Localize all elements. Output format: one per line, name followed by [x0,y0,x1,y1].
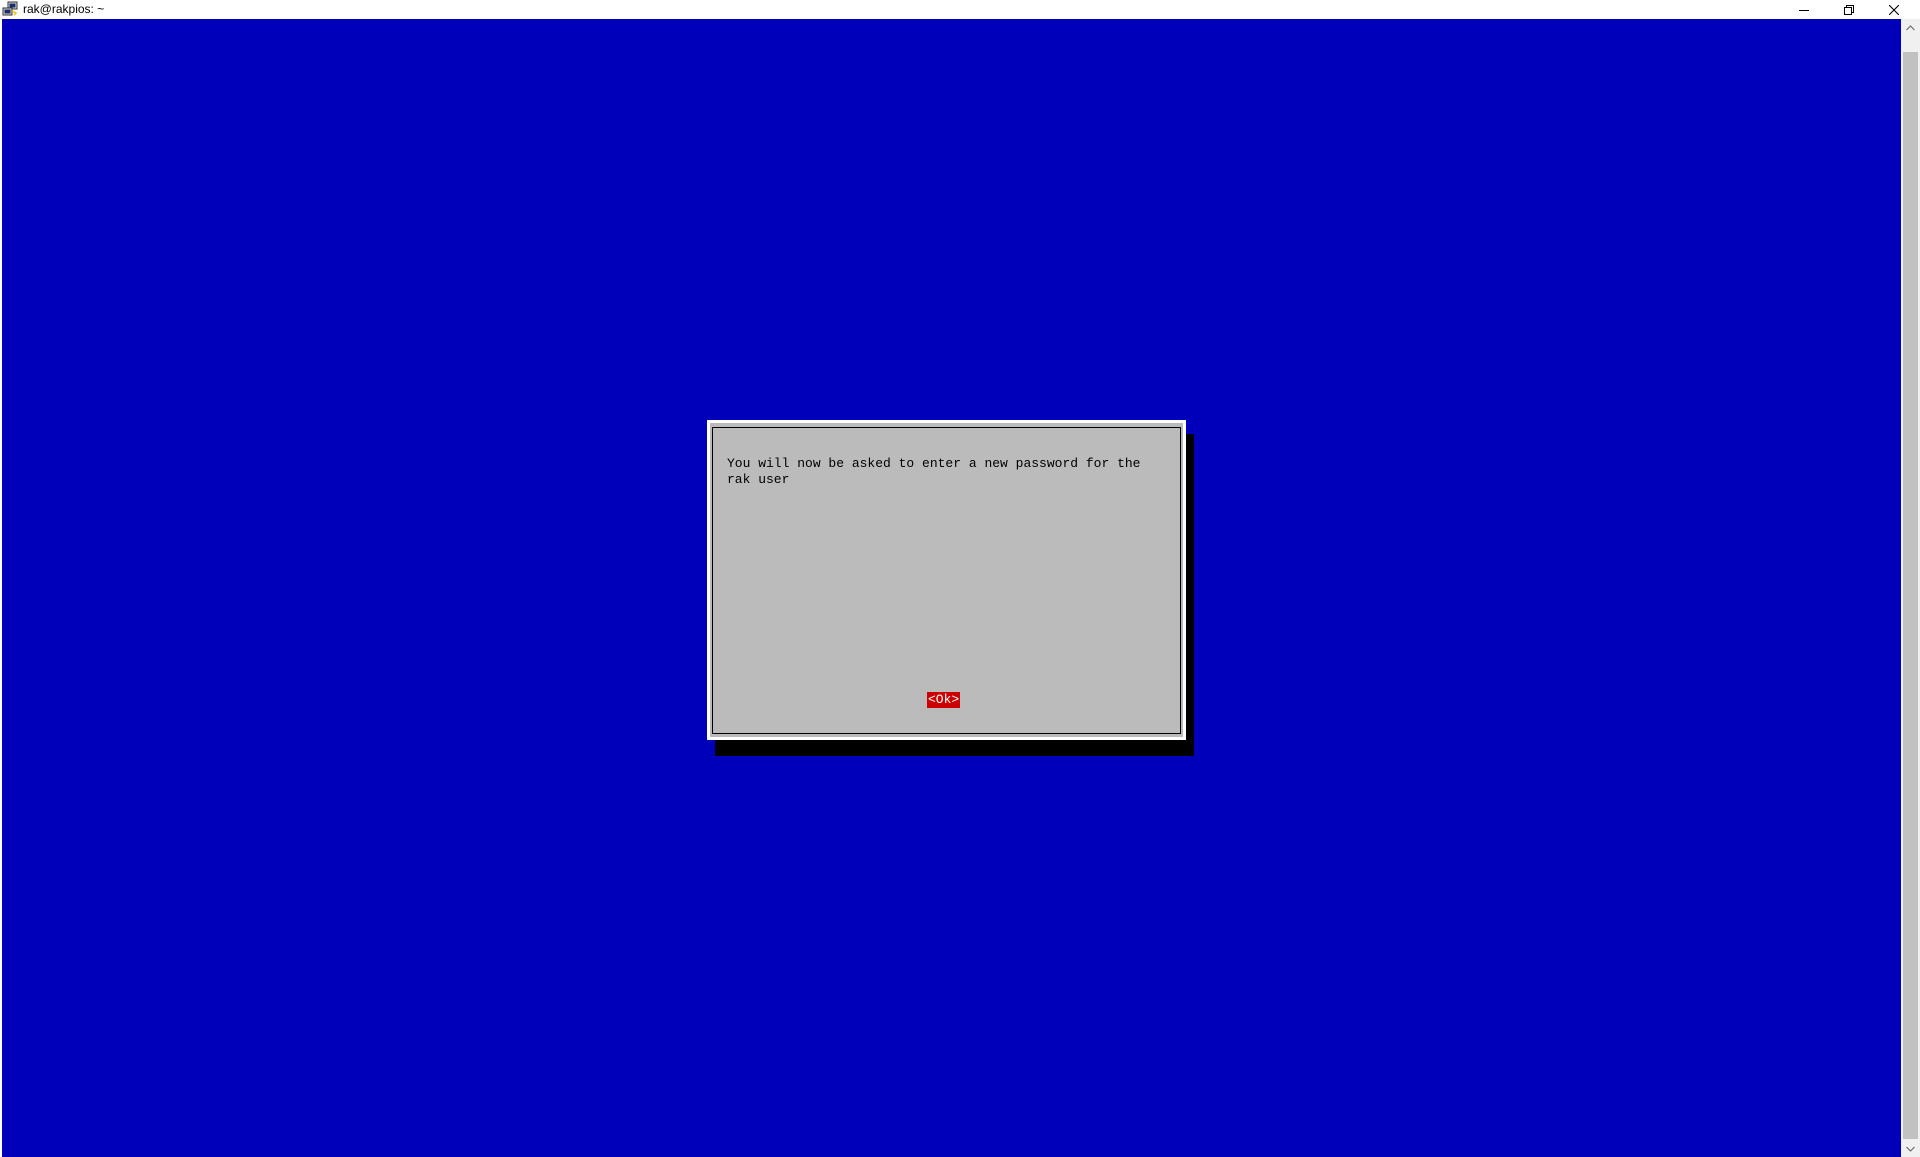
minimize-icon [1798,9,1809,11]
chevron-down-icon [1906,1146,1915,1152]
title-bar[interactable]: rak@rakpios: ~ [0,0,1920,19]
terminal-window: rak@rakpios: ~ You will now be asked to … [0,0,1920,1157]
window-title: rak@rakpios: ~ [23,2,105,16]
minimize-button[interactable] [1781,0,1826,19]
dialog-message: You will now be asked to enter a new pas… [727,456,1141,487]
scroll-up-button[interactable] [1901,19,1920,36]
chevron-up-icon [1906,24,1915,30]
vertical-scrollbar[interactable] [1901,19,1920,1157]
putty-icon[interactable] [2,1,18,17]
restore-button[interactable] [1826,0,1871,19]
close-icon [1888,4,1899,15]
ok-button[interactable]: <Ok> [927,692,961,708]
password-notice-dialog: You will now be asked to enter a new pas… [707,420,1186,740]
close-button[interactable] [1871,0,1916,19]
scroll-down-button[interactable] [1901,1140,1920,1157]
dialog-frame: You will now be asked to enter a new pas… [712,427,1181,734]
restore-icon [1843,4,1854,15]
scrollbar-thumb[interactable] [1903,52,1918,1139]
